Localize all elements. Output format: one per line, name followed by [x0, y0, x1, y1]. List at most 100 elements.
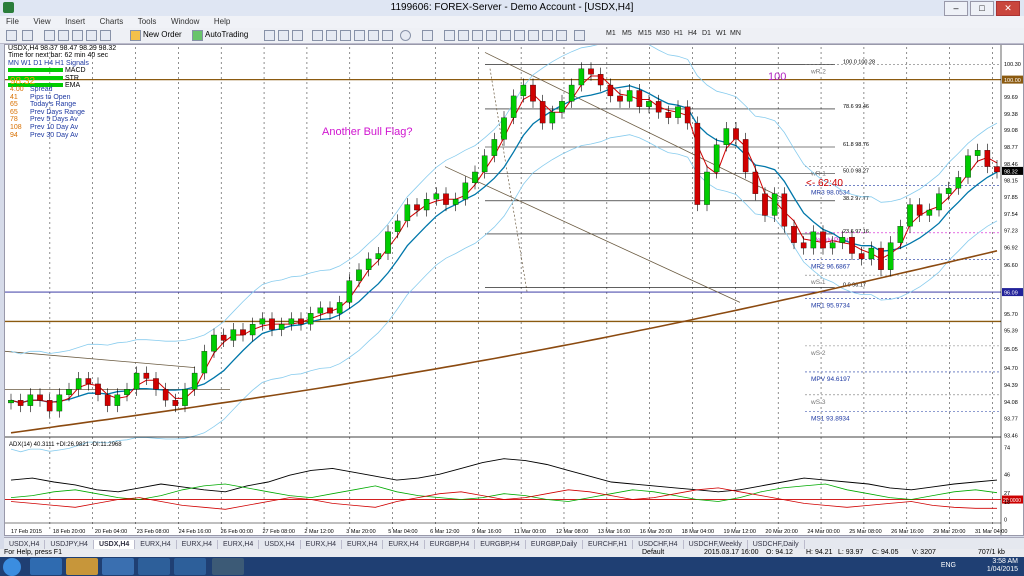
profiles-icon[interactable]: [22, 30, 33, 41]
start-button[interactable]: [3, 558, 21, 576]
candle-body: [549, 112, 556, 124]
chart-window[interactable]: 100.0 100.28 78.6 99.46 61.8 98.76 50.0 98.…: [4, 44, 1024, 536]
timeframe-mn[interactable]: MN: [730, 30, 741, 37]
candle-body: [829, 242, 836, 249]
chrome-icon[interactable]: [138, 558, 170, 575]
candle-body: [259, 318, 266, 325]
text-icon[interactable]: [542, 30, 553, 41]
ie-icon[interactable]: [30, 558, 62, 575]
time-axis-label: 16 Mar 20:00: [640, 529, 672, 535]
candle-body: [762, 193, 768, 216]
bar-chart-icon[interactable]: [264, 30, 275, 41]
market-watch-icon[interactable]: [44, 30, 55, 41]
candle-body: [307, 313, 314, 325]
word-icon[interactable]: [174, 558, 206, 575]
timeframe-m15[interactable]: M15: [638, 30, 652, 37]
timeframe-w1[interactable]: W1: [716, 30, 727, 37]
time-axis-label: 11 Mar 00:00: [514, 529, 546, 535]
navigator-icon[interactable]: [72, 30, 83, 41]
candle-body: [443, 193, 449, 205]
price-axis-label: 100.00: [1004, 78, 1021, 84]
menu-file[interactable]: File: [0, 16, 25, 28]
candle-body: [684, 106, 691, 124]
maximize-button[interactable]: □: [970, 1, 994, 16]
stat-spread: 4.00 Spread: [10, 86, 53, 93]
timeframe-d1[interactable]: D1: [702, 30, 711, 37]
zoom-out-icon[interactable]: [326, 30, 337, 41]
templates-icon[interactable]: [422, 30, 433, 41]
menu-view[interactable]: View: [27, 16, 56, 28]
time-axis-label: 26 Feb 00:00: [221, 529, 253, 535]
candle-body: [945, 188, 952, 194]
timeframe-m1[interactable]: M1: [606, 30, 616, 37]
terminal-icon[interactable]: [86, 30, 97, 41]
timeframe-h4[interactable]: H4: [688, 30, 697, 37]
candle-body: [201, 351, 208, 374]
candle-body: [336, 302, 343, 314]
candle-body: [220, 334, 227, 341]
autotrading-button[interactable]: AutoTrading: [205, 29, 248, 41]
metatrader-icon[interactable]: [212, 558, 244, 575]
indicators-icon[interactable]: [382, 30, 393, 41]
cursor-icon[interactable]: [444, 30, 455, 41]
bollinger-lower: [10, 134, 998, 453]
price-axis-label: 98.77: [1004, 145, 1018, 151]
horizontal-line-icon[interactable]: [486, 30, 497, 41]
price-axis-label: 97.23: [1004, 229, 1018, 235]
autotrading-icon[interactable]: [192, 30, 203, 41]
autoscroll-icon[interactable]: [368, 30, 379, 41]
timeframe-h1[interactable]: H1: [674, 30, 683, 37]
tile-windows-icon[interactable]: [340, 30, 351, 41]
minimize-button[interactable]: –: [944, 1, 968, 16]
candle-body: [675, 106, 681, 118]
line-chart-icon[interactable]: [292, 30, 303, 41]
candlestick-icon[interactable]: [278, 30, 289, 41]
fibonacci-icon[interactable]: [528, 30, 539, 41]
candle-body: [646, 101, 652, 107]
candle-body: [965, 155, 971, 178]
price-axis-label: 96.09: [1004, 291, 1018, 297]
data-window-icon[interactable]: [58, 30, 69, 41]
timeframe-m30[interactable]: M30: [656, 30, 670, 37]
menu-help[interactable]: Help: [208, 16, 236, 28]
candle-body: [713, 144, 720, 173]
media-icon[interactable]: [102, 558, 134, 575]
vertical-line-icon[interactable]: [472, 30, 483, 41]
menu-tools[interactable]: Tools: [132, 16, 163, 28]
new-chart-icon[interactable]: [6, 30, 17, 41]
clock[interactable]: 3:58 AM 1/04/2015: [987, 558, 1018, 574]
time-axis-label: 12 Mar 08:00: [556, 529, 588, 535]
timeframe-m5[interactable]: M5: [622, 30, 632, 37]
candle-body: [800, 242, 807, 249]
periods-icon[interactable]: [400, 30, 411, 41]
time-axis-label: 31 Mar 04:00: [975, 529, 1007, 535]
new-order-button[interactable]: New Order: [143, 29, 182, 41]
time-axis-label: 3 Mar 20:00: [346, 529, 375, 535]
crosshair-icon[interactable]: [458, 30, 469, 41]
adx-axis-label: 18: [1004, 500, 1010, 506]
trendline-icon[interactable]: [500, 30, 511, 41]
candle-body: [133, 372, 140, 390]
fib-level-label: 50.0 98.27: [843, 169, 869, 175]
menu-insert[interactable]: Insert: [59, 16, 91, 28]
menu-window[interactable]: Window: [165, 16, 205, 28]
label-icon[interactable]: [556, 30, 567, 41]
menu-bar: File View Insert Charts Tools Window Hel…: [0, 16, 1024, 28]
time-axis-label: 5 Mar 04:00: [388, 529, 417, 535]
price-axis-label: 94.70: [1004, 366, 1018, 372]
close-button[interactable]: ✕: [996, 1, 1020, 16]
candle-body: [820, 231, 826, 249]
new-order-icon[interactable]: [130, 30, 141, 41]
strategy-tester-icon[interactable]: [100, 30, 111, 41]
candle-body: [327, 307, 333, 314]
arrows-icon[interactable]: [574, 30, 585, 41]
zoom-in-icon[interactable]: [312, 30, 323, 41]
candle-body: [916, 204, 923, 216]
explorer-icon[interactable]: [66, 558, 98, 575]
candle-body: [626, 90, 633, 102]
price-chart[interactable]: 100.0 100.2878.6 99.4661.8 98.7650.0 98.…: [5, 45, 1024, 536]
language-indicator[interactable]: ENG: [941, 562, 956, 569]
menu-charts[interactable]: Charts: [94, 16, 130, 28]
channel-icon[interactable]: [514, 30, 525, 41]
chart-shift-icon[interactable]: [354, 30, 365, 41]
